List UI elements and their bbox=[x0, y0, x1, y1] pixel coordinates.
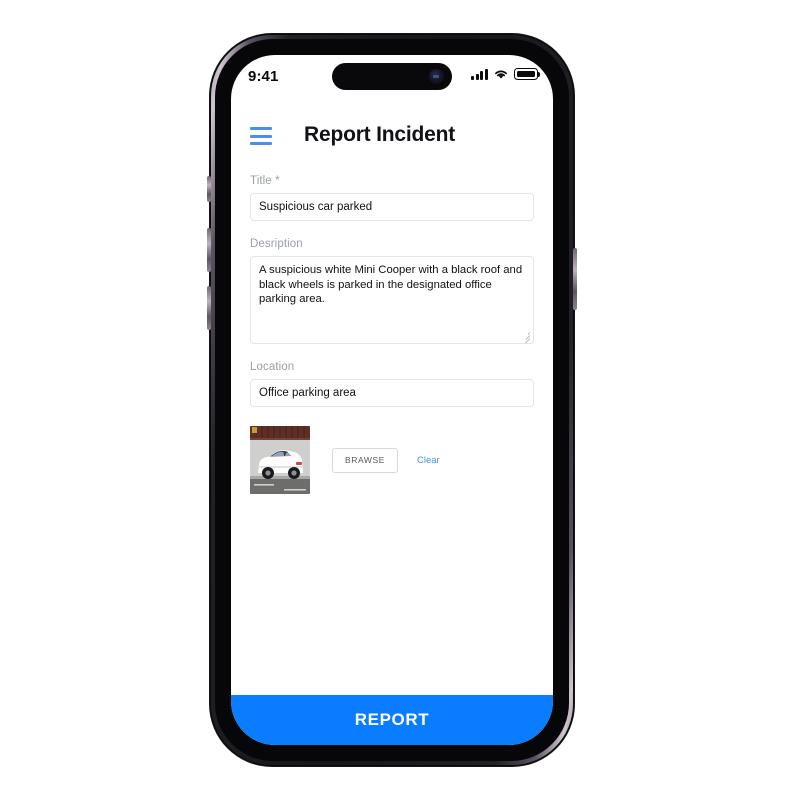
status-time: 9:41 bbox=[248, 68, 279, 85]
cellular-signal-icon bbox=[471, 68, 488, 80]
status-icons bbox=[471, 68, 541, 80]
volume-up-button[interactable] bbox=[207, 228, 211, 272]
hamburger-menu-icon[interactable] bbox=[250, 127, 272, 145]
title-field-label: Title * bbox=[250, 175, 280, 187]
location-field-group: Location Office parking area bbox=[250, 361, 534, 407]
title-field-group: Title * Suspicious car parked bbox=[250, 175, 534, 221]
location-input[interactable]: Office parking area bbox=[250, 379, 534, 407]
front-camera-icon bbox=[429, 69, 444, 84]
incident-form: Title * Suspicious car parked Desription… bbox=[231, 175, 553, 494]
volume-down-button[interactable] bbox=[207, 286, 211, 330]
attachment-thumbnail[interactable] bbox=[250, 426, 310, 494]
clear-attachment-link[interactable]: Clear bbox=[417, 455, 440, 466]
description-field-group: Desription A suspicious white Mini Coope… bbox=[250, 238, 534, 344]
screenshot-stage: 9:41 Report Incident Title * Suspicious … bbox=[0, 0, 800, 800]
action-button[interactable] bbox=[207, 176, 211, 202]
battery-icon bbox=[514, 68, 541, 80]
white-mini-cooper-parked-photo bbox=[250, 426, 310, 494]
report-submit-button[interactable]: REPORT bbox=[231, 695, 553, 745]
power-button[interactable] bbox=[573, 248, 577, 310]
page-title: Report Incident bbox=[304, 123, 456, 146]
report-submit-label: REPORT bbox=[354, 710, 430, 729]
dynamic-island bbox=[332, 63, 452, 90]
phone-screen: 9:41 Report Incident Title * Suspicious … bbox=[231, 55, 553, 745]
textarea-resize-handle[interactable] bbox=[521, 331, 531, 343]
attachment-row: BRAWSE Clear bbox=[250, 426, 534, 494]
description-textarea[interactable]: A suspicious white Mini Cooper with a bl… bbox=[250, 256, 534, 344]
wifi-icon bbox=[495, 70, 507, 79]
location-field-label: Location bbox=[250, 361, 295, 373]
description-field-label: Desription bbox=[250, 238, 303, 250]
app-header: Report Incident bbox=[231, 113, 553, 165]
status-bar: 9:41 bbox=[231, 55, 553, 99]
browse-button[interactable]: BRAWSE bbox=[332, 447, 398, 473]
title-input[interactable]: Suspicious car parked bbox=[250, 193, 534, 221]
